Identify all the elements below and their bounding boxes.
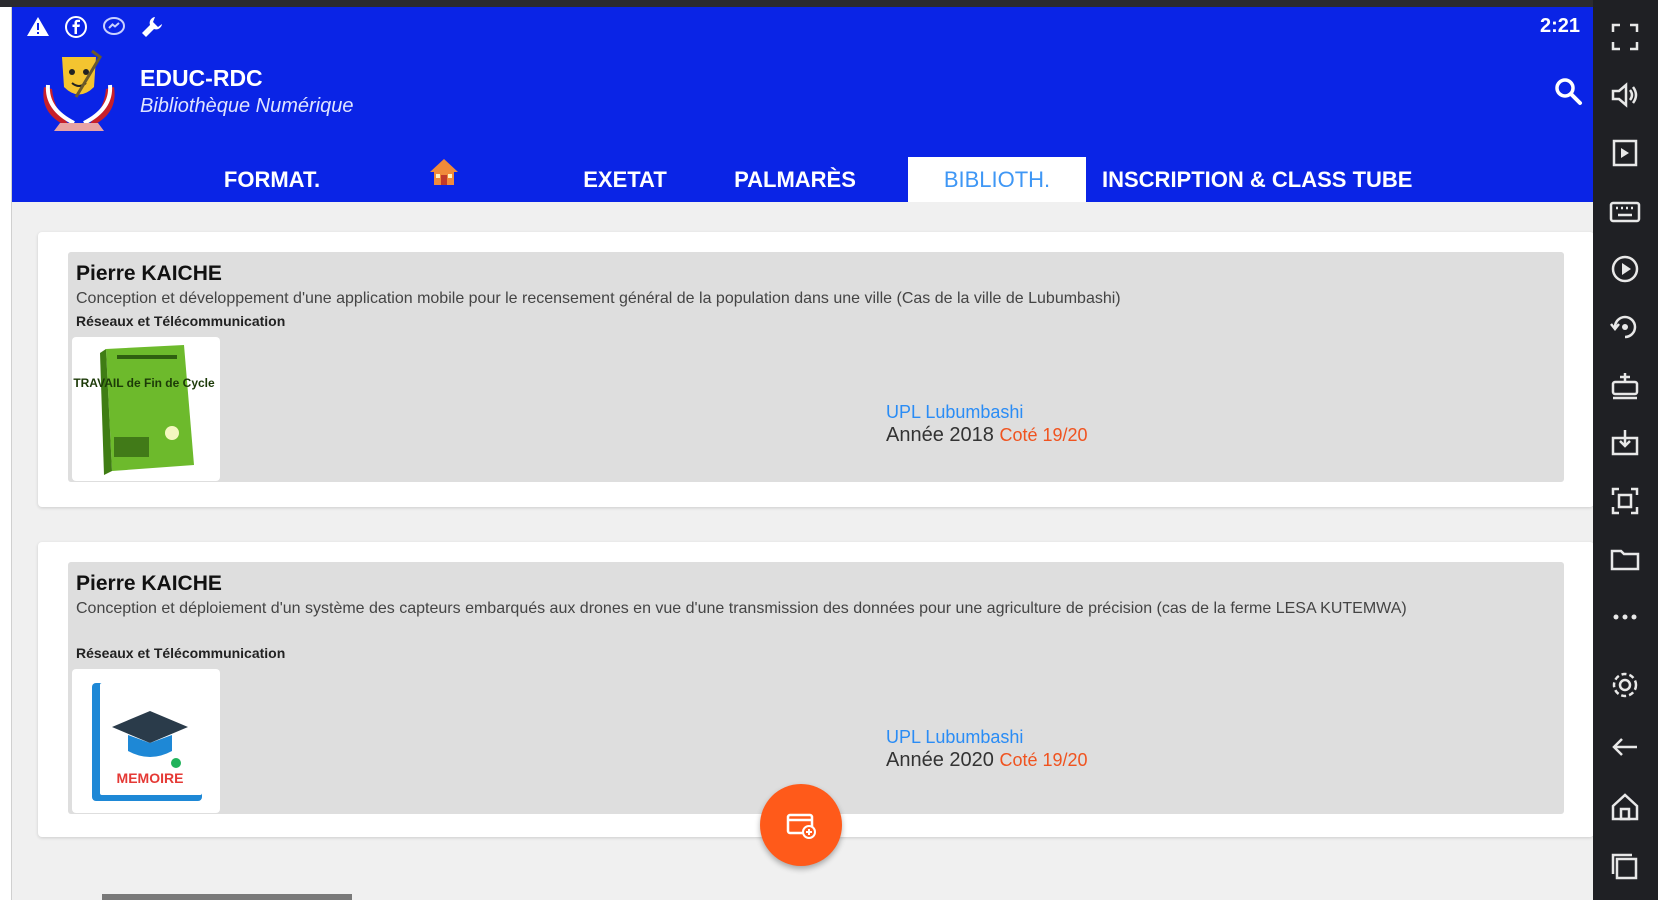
tab-bar: FORMAT. EXETAT PALMARÈS BIBLIOTH. INSCRI… — [12, 157, 1594, 202]
entry-panel: Pierre KAICHE Conception et déploiement … — [68, 562, 1564, 814]
window-top-bar — [0, 0, 1658, 7]
messenger-icon — [102, 15, 126, 39]
entry-thumbnail[interactable]: MEMOIRE — [72, 669, 220, 813]
shake-icon[interactable] — [1608, 368, 1642, 402]
more-icon[interactable] — [1608, 600, 1642, 634]
entry-description: Conception et déploiement d'un système d… — [76, 600, 1407, 617]
play-icon[interactable] — [1608, 252, 1642, 286]
entry-institution[interactable]: UPL Lubumbashi — [886, 402, 1023, 423]
book-cover-text: MEMOIRE — [117, 770, 184, 786]
entry-year-grade: Année 2018 Coté 19/20 — [886, 424, 1088, 447]
keyboard-icon[interactable] — [1608, 194, 1642, 228]
entry-grade: Coté 19/20 — [999, 425, 1088, 445]
wrench-icon — [140, 15, 164, 39]
entry-thumbnail[interactable]: TRAVAIL de Fin de Cycle — [72, 337, 220, 481]
folder-icon[interactable] — [1608, 542, 1642, 576]
entry-year: Année 2020 — [886, 749, 994, 771]
screen-record-icon[interactable] — [1608, 136, 1642, 170]
status-bar-icons — [26, 15, 164, 39]
emulator-sidebar — [1593, 0, 1658, 900]
app-title: EDUC-RDC — [140, 65, 263, 91]
facebook-icon — [64, 15, 88, 39]
tab-inscription-class-tube[interactable]: INSCRIPTION & CLASS TUBE — [1102, 157, 1412, 202]
entry-year-grade: Année 2020 Coté 19/20 — [886, 749, 1088, 772]
status-time: 2:21 — [1539, 15, 1580, 37]
warning-icon — [26, 15, 50, 39]
entry-field: Réseaux et Télécommunication — [76, 313, 286, 329]
recent-apps-icon[interactable] — [1608, 850, 1642, 884]
add-document-icon — [786, 813, 816, 839]
entry-panel: Pierre KAICHE Conception et développemen… — [68, 252, 1564, 482]
screenshot-icon[interactable] — [1608, 484, 1642, 518]
tab-biblioth[interactable]: BIBLIOTH. — [908, 157, 1086, 202]
memoire-book-icon: MEMOIRE — [92, 683, 202, 801]
settings-icon[interactable] — [1608, 668, 1642, 702]
tab-format[interactable]: FORMAT. — [207, 157, 337, 202]
tab-exetat[interactable]: EXETAT — [560, 157, 690, 202]
entry-description: Conception et développement d'une applic… — [76, 290, 1121, 307]
back-icon[interactable] — [1608, 730, 1642, 764]
home-icon — [428, 157, 460, 202]
list-item[interactable]: Pierre KAICHE Conception et développemen… — [38, 232, 1594, 507]
app-header: 2:21 EDUC-RDC Bibliothèque Numérique FOR… — [12, 7, 1594, 202]
green-book-icon: TRAVAIL de Fin de Cycle — [73, 345, 215, 475]
home-icon[interactable] — [1608, 790, 1642, 824]
app-subtitle: Bibliothèque Numérique — [140, 95, 354, 117]
rotate-icon[interactable] — [1608, 310, 1642, 344]
book-cover-text: TRAVAIL de Fin de Cycle — [73, 376, 215, 390]
volume-icon[interactable] — [1608, 78, 1642, 112]
add-document-button[interactable] — [760, 784, 842, 866]
next-item-peek — [102, 894, 352, 900]
entry-grade: Coté 19/20 — [999, 750, 1088, 770]
entry-author: Pierre KAICHE — [76, 572, 222, 595]
coat-of-arms-icon — [34, 47, 124, 137]
fullscreen-icon[interactable] — [1608, 20, 1642, 54]
tab-palmares[interactable]: PALMARÈS — [715, 157, 875, 202]
app-window: 2:21 EDUC-RDC Bibliothèque Numérique FOR… — [11, 7, 1594, 900]
search-icon[interactable] — [1552, 75, 1586, 109]
entry-field: Réseaux et Télécommunication — [76, 645, 286, 661]
tab-home[interactable] — [384, 157, 504, 202]
entry-year: Année 2018 — [886, 424, 994, 446]
entry-author: Pierre KAICHE — [76, 262, 222, 285]
install-apk-icon[interactable] — [1608, 426, 1642, 460]
entry-institution[interactable]: UPL Lubumbashi — [886, 727, 1023, 748]
